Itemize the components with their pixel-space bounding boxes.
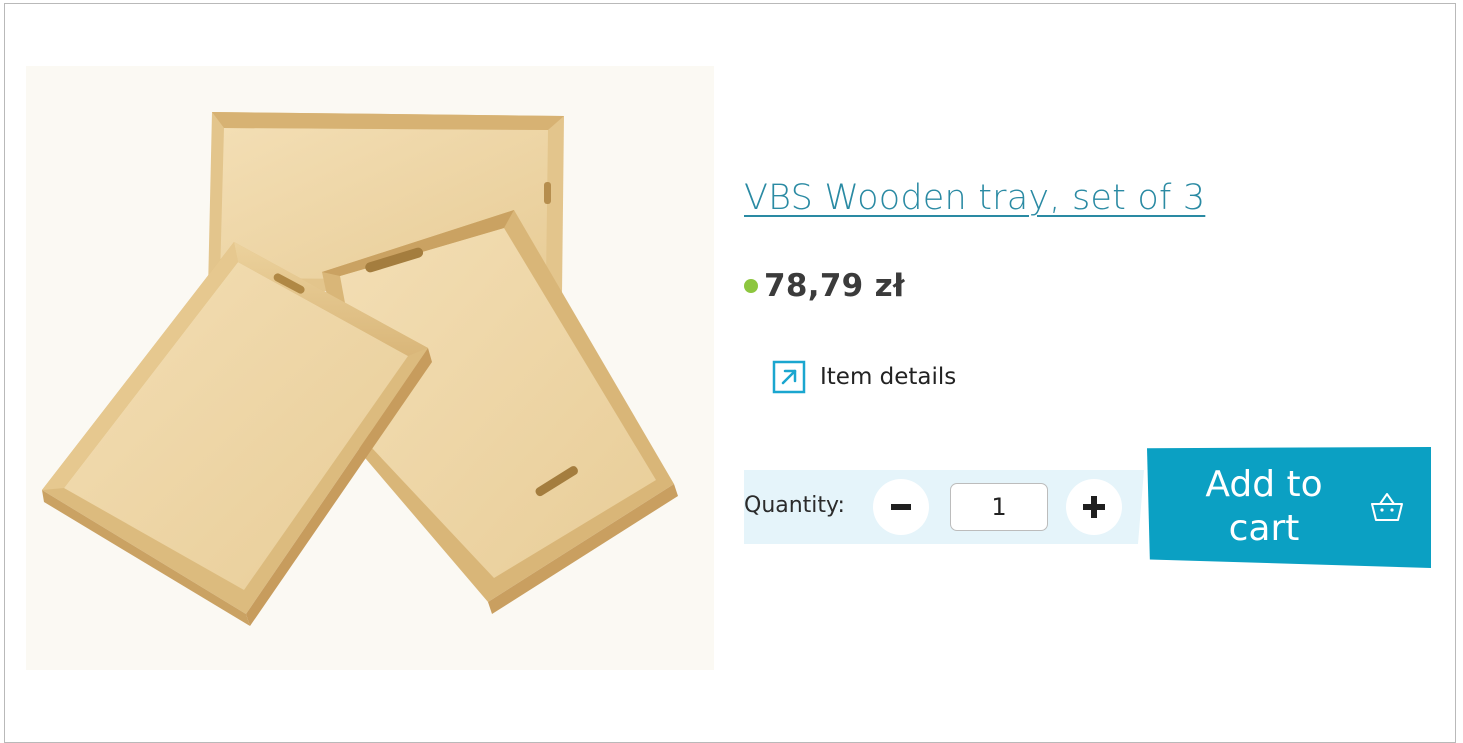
- increase-quantity-button[interactable]: [1066, 479, 1122, 535]
- item-details-link[interactable]: Item details: [772, 360, 956, 394]
- price-row: 78,79 zł: [744, 264, 905, 308]
- basket-icon: [1371, 493, 1403, 521]
- plus-icon: [1083, 496, 1105, 518]
- wooden-trays-illustration: [42, 112, 678, 626]
- add-to-cart-label: Add to cart: [1205, 464, 1323, 549]
- availability-dot: [744, 279, 758, 293]
- quantity-label: Quantity:: [744, 493, 845, 518]
- product-price: 78,79 zł: [764, 268, 905, 304]
- product-title[interactable]: VBS Wooden tray, set of 3: [744, 176, 1205, 220]
- minus-icon: [891, 504, 911, 510]
- add-to-cart-button[interactable]: Add to cart: [1147, 447, 1431, 568]
- quantity-input[interactable]: [950, 483, 1048, 531]
- decrease-quantity-button[interactable]: [873, 479, 929, 535]
- external-link-icon: [772, 360, 806, 394]
- product-image[interactable]: [26, 66, 714, 670]
- item-details-label: Item details: [820, 364, 957, 390]
